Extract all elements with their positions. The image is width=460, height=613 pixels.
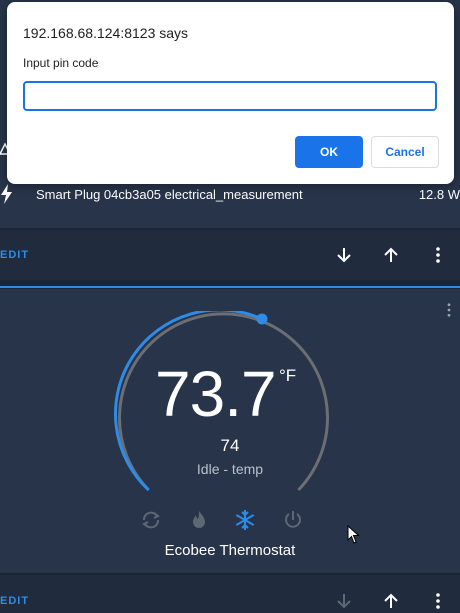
- temperature-unit: °F: [279, 366, 297, 385]
- hvac-status: Idle - temp: [196, 461, 264, 477]
- ok-button[interactable]: OK: [295, 136, 363, 168]
- cancel-button[interactable]: Cancel: [371, 136, 439, 168]
- heat-cool-icon[interactable]: [140, 509, 162, 531]
- dialog-message: Input pin code: [23, 56, 99, 70]
- current-temperature: 73.7: [155, 358, 277, 430]
- card-actions-bar: EDIT: [0, 229, 460, 280]
- snowflake-icon[interactable]: [234, 509, 256, 531]
- thermostat-name: Ecobee Thermostat: [164, 542, 296, 559]
- move-down-icon[interactable]: [333, 244, 355, 266]
- entity-value: 12.8 W: [418, 187, 460, 202]
- more-options-icon[interactable]: [427, 244, 449, 266]
- target-temperature: 74: [220, 436, 240, 455]
- card-menu-icon[interactable]: [441, 300, 457, 320]
- lightning-bolt-icon: [1, 184, 12, 204]
- flame-icon[interactable]: [188, 509, 210, 531]
- pin-code-input[interactable]: [23, 81, 437, 111]
- move-down-icon: [333, 590, 355, 612]
- prompt-dialog: 192.168.68.124:8123 says Input pin code …: [7, 2, 454, 184]
- power-icon[interactable]: [282, 509, 304, 531]
- edit-button-2[interactable]: EDIT: [0, 595, 29, 607]
- mouse-cursor-icon: [347, 525, 360, 544]
- move-up-icon[interactable]: [380, 244, 402, 266]
- entity-name: Smart Plug 04cb3a05 electrical_measureme…: [36, 187, 303, 202]
- dialog-title: 192.168.68.124:8123 says: [23, 25, 189, 41]
- dial-handle[interactable]: [256, 313, 268, 325]
- card-divider: [0, 286, 460, 288]
- edit-button[interactable]: EDIT: [0, 249, 29, 261]
- card-actions-bar-2: EDIT: [0, 574, 460, 613]
- move-up-icon[interactable]: [380, 590, 402, 612]
- more-options-icon[interactable]: [427, 590, 449, 612]
